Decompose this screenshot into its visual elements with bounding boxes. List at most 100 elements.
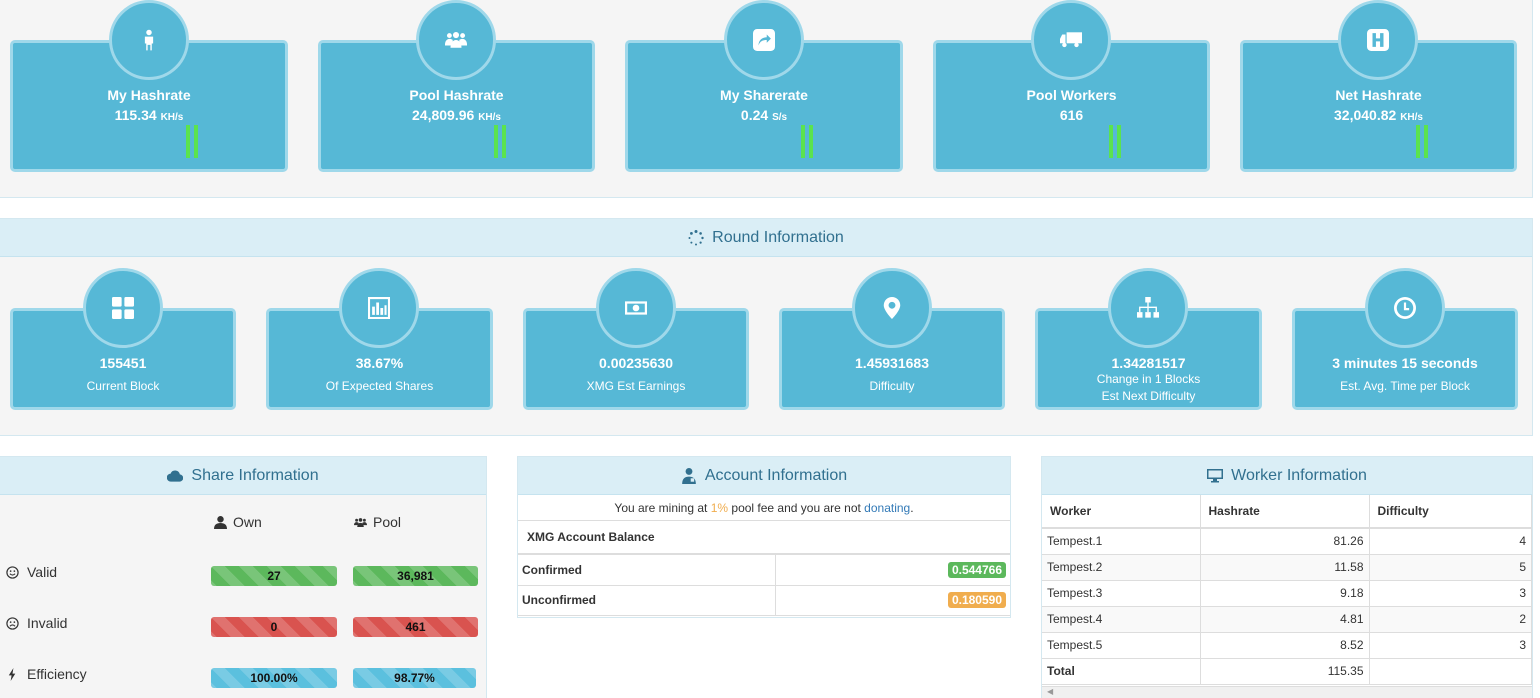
worker-hashrate: 4.81	[1200, 606, 1370, 633]
bolt-icon	[8, 667, 16, 681]
stat-title: Net Hashrate	[1335, 87, 1422, 103]
share-info-header: Share Information	[0, 457, 486, 495]
valid-row-label: Valid	[6, 564, 57, 580]
invalid-label: Invalid	[27, 615, 68, 631]
sparkline-bar	[494, 125, 498, 158]
cloud-icon	[167, 470, 184, 482]
round-label: Of Expected Shares	[325, 379, 434, 393]
users-icon	[354, 517, 367, 527]
smile-icon	[6, 565, 19, 579]
sparkline-bar	[1424, 125, 1428, 158]
user-md-icon	[681, 467, 696, 484]
worker-name: Tempest.1	[1042, 528, 1201, 555]
worker-difficulty: 3	[1369, 580, 1532, 607]
worker-info-title: Worker Information	[1231, 466, 1367, 484]
efficiency-label: Efficiency	[27, 666, 87, 682]
efficiency-row-label: Efficiency	[6, 666, 87, 682]
round-value: 38.67%	[355, 355, 404, 371]
confirmed-label: Confirmed	[518, 555, 776, 586]
stat-title: My Hashrate	[107, 87, 191, 103]
invalid-row-label: Invalid	[6, 615, 67, 631]
total-label: Total	[1042, 658, 1201, 685]
note-prefix: You are mining at	[614, 501, 711, 515]
worker-hashrate: 81.26	[1200, 528, 1370, 555]
frown-icon	[6, 616, 19, 630]
stat-value: 0.24 S/s	[740, 107, 788, 123]
worker-difficulty: 4	[1369, 528, 1532, 555]
sparkline-bar	[194, 125, 198, 158]
users-icon	[416, 0, 496, 80]
pool-column-header: Pool	[354, 514, 401, 530]
stat-value: 24,809.96 KH/s	[412, 107, 501, 123]
stat-value: 115.34 KH/s	[114, 107, 184, 123]
own-label: Own	[233, 514, 262, 530]
round-value: 0.00235630	[599, 355, 673, 371]
worker-name: Tempest.5	[1042, 632, 1201, 659]
desktop-icon	[1207, 468, 1224, 482]
note-mid: pool fee and you are not	[728, 501, 865, 515]
worker-hashrate: 8.52	[1200, 632, 1370, 659]
note-end: .	[910, 501, 914, 515]
efficiency-pool-bar: 98.77%	[353, 668, 476, 688]
col-worker[interactable]: Worker	[1042, 495, 1201, 529]
table-row: Tempest.3 9.18 3	[1042, 580, 1532, 607]
worker-name: Tempest.4	[1042, 606, 1201, 633]
worker-hashrate: 9.18	[1200, 580, 1370, 607]
unconfirmed-label: Unconfirmed	[518, 585, 776, 616]
stat-value: 616	[1059, 107, 1084, 123]
round-label: XMG Est Earnings	[586, 379, 686, 393]
own-column-header: Own	[214, 514, 262, 530]
truck-icon	[1031, 0, 1111, 80]
unconfirmed-cell: 0.180590	[775, 585, 1010, 616]
sparkline-bar	[1109, 125, 1113, 158]
round-label: Change in 1 Blocks Est Next Difficulty	[1038, 371, 1259, 405]
sparkline-bar	[801, 125, 805, 158]
worker-info-panel: Worker Information Worker Hashrate Diffi…	[1041, 456, 1533, 698]
valid-own-bar: 27	[211, 566, 337, 586]
bar-chart-icon	[339, 268, 419, 348]
table-row: Confirmed 0.544766	[518, 555, 1010, 586]
confirmed-cell: 0.544766	[775, 555, 1010, 586]
table-row: Tempest.4 4.81 2	[1042, 606, 1532, 633]
male-icon	[109, 0, 189, 80]
worker-difficulty: 2	[1369, 606, 1532, 633]
donating-link[interactable]: donating	[864, 501, 910, 515]
balance-title: XMG Account Balance	[518, 521, 1010, 555]
total-difficulty	[1369, 658, 1532, 685]
invalid-own-bar: 0	[211, 617, 337, 637]
round-value: 1.34281517	[1111, 355, 1186, 371]
sparkline-bar	[1416, 125, 1420, 158]
table-row: Tempest.5 8.52 3	[1042, 632, 1532, 659]
worker-difficulty: 3	[1369, 632, 1532, 659]
worker-name: Tempest.3	[1042, 580, 1201, 607]
spinner-icon	[688, 229, 704, 245]
round-info-title: Round Information	[712, 228, 844, 246]
share-info-panel: Share Information Own Pool Valid 27 36,9…	[0, 456, 487, 698]
h-square-icon	[1338, 0, 1418, 80]
sparkline-bar	[502, 125, 506, 158]
sparkline-bar	[1117, 125, 1121, 158]
efficiency-own-bar: 100.00%	[211, 668, 337, 688]
col-hashrate[interactable]: Hashrate	[1200, 495, 1370, 529]
round-value: 1.45931683	[855, 355, 929, 371]
money-icon	[596, 268, 676, 348]
stat-title: Pool Hashrate	[409, 87, 504, 103]
sparkline-bar	[809, 125, 813, 158]
clock-icon	[1365, 268, 1445, 348]
table-row: Unconfirmed 0.180590	[518, 585, 1010, 616]
worker-hashrate: 11.58	[1200, 554, 1370, 581]
round-label-line-2: Est Next Difficulty	[1101, 389, 1196, 403]
horizontal-scrollbar[interactable]: ◀	[1042, 686, 1532, 698]
share-info-title: Share Information	[191, 466, 319, 484]
confirmed-value: 0.544766	[947, 561, 1006, 578]
round-label: Current Block	[86, 379, 160, 393]
table-row: Tempest.1 81.26 4	[1042, 528, 1532, 555]
scroll-left-icon[interactable]: ◀	[1047, 687, 1053, 696]
worker-table: Worker Hashrate Difficulty Tempest.1 81.…	[1042, 495, 1532, 685]
stat-value: 32,040.82 KH/s	[1334, 107, 1423, 123]
col-difficulty[interactable]: Difficulty	[1369, 495, 1532, 529]
table-row: Tempest.2 11.58 5	[1042, 554, 1532, 581]
stat-title: Pool Workers	[1026, 87, 1117, 103]
total-row: Total 115.35	[1042, 658, 1532, 685]
invalid-pool-bar: 461	[353, 617, 478, 637]
